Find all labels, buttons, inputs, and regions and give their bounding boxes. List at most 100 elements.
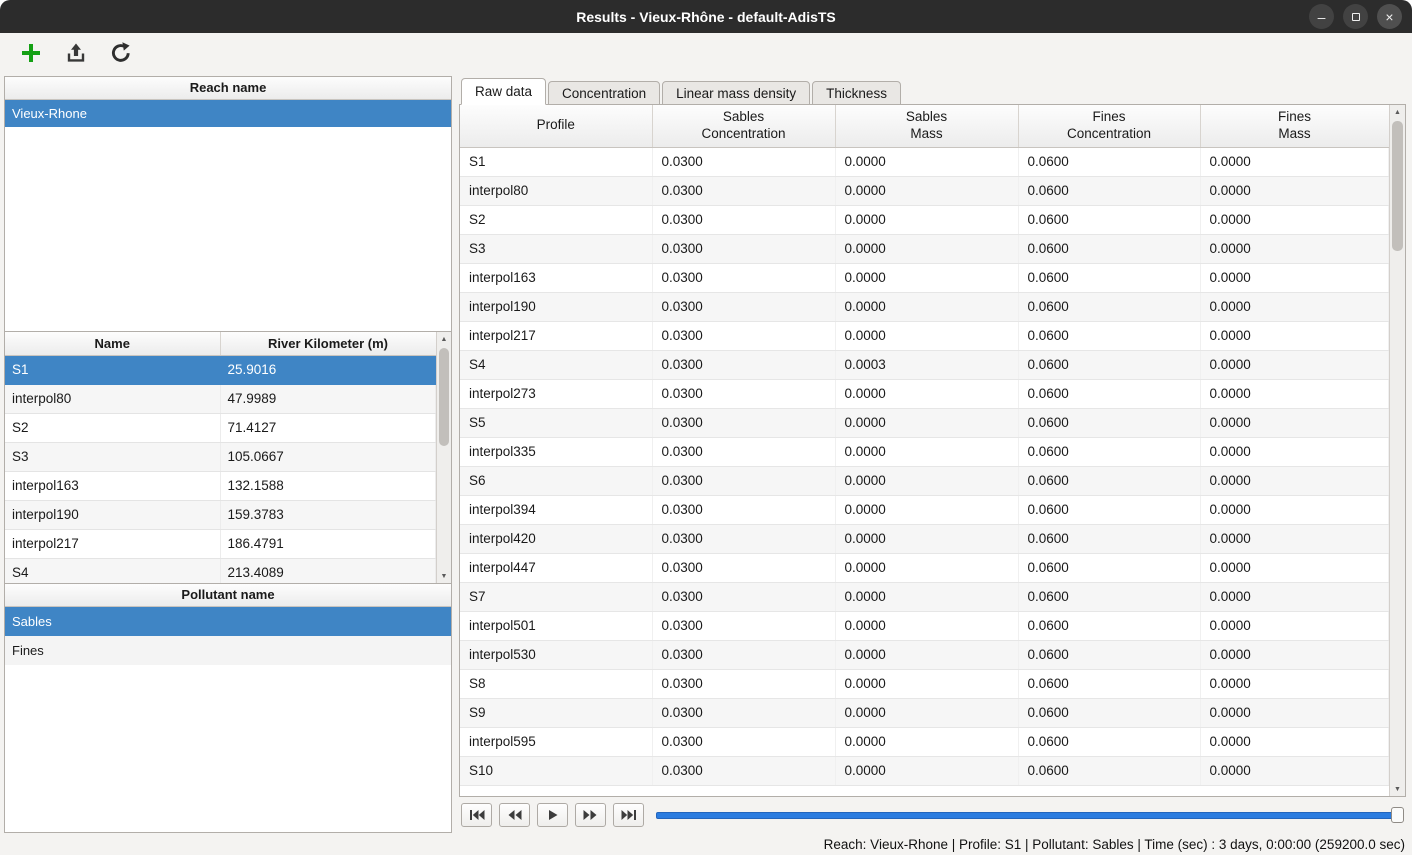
table-row[interactable]: interpol163 0.0300 0.0000 0.0600 0.0000: [460, 263, 1389, 292]
add-button[interactable]: [17, 39, 45, 70]
profile-row[interactable]: S4 213.4089: [5, 558, 436, 584]
fines-concentration-cell: 0.0600: [1018, 379, 1200, 408]
table-row[interactable]: S5 0.0300 0.0000 0.0600 0.0000: [460, 408, 1389, 437]
raw-data-column-header[interactable]: Fines Mass: [1200, 105, 1389, 147]
fines-concentration-cell: 0.0600: [1018, 466, 1200, 495]
profiles-column-header[interactable]: River Kilometer (m): [220, 332, 436, 355]
table-row[interactable]: S9 0.0300 0.0000 0.0600 0.0000: [460, 698, 1389, 727]
fast-forward-button[interactable]: [575, 803, 606, 827]
table-row[interactable]: interpol595 0.0300 0.0000 0.0600 0.0000: [460, 727, 1389, 756]
fines-concentration-cell: 0.0600: [1018, 640, 1200, 669]
table-row[interactable]: S8 0.0300 0.0000 0.0600 0.0000: [460, 669, 1389, 698]
raw-data-table-body: S1 0.0300 0.0000 0.0600 0.0000 interpol8…: [460, 147, 1389, 785]
fines-concentration-cell: 0.0600: [1018, 147, 1200, 176]
result-tab[interactable]: Concentration: [548, 81, 660, 105]
result-tab[interactable]: Thickness: [812, 81, 901, 105]
scroll-up-icon[interactable]: ▲: [437, 332, 451, 346]
profiles-scrollbar[interactable]: ▲ ▼: [436, 332, 451, 583]
raw-data-column-header[interactable]: Sables Concentration: [652, 105, 835, 147]
titlebar[interactable]: Results - Vieux-Rhône - default-AdisTS –…: [0, 0, 1412, 33]
table-row[interactable]: S2 0.0300 0.0000 0.0600 0.0000: [460, 205, 1389, 234]
profile-row[interactable]: interpol163 132.1588: [5, 471, 436, 500]
sables-mass-cell: 0.0000: [835, 640, 1018, 669]
play-icon: [546, 809, 559, 821]
profile-name-cell: interpol163: [5, 471, 220, 500]
profile-cell: S3: [460, 234, 652, 263]
sables-concentration-cell: 0.0300: [652, 524, 835, 553]
scroll-down-icon[interactable]: ▼: [1390, 782, 1405, 796]
rewind-button[interactable]: [499, 803, 530, 827]
fines-concentration-cell: 0.0600: [1018, 234, 1200, 263]
play-button[interactable]: [537, 803, 568, 827]
raw-data-scrollbar[interactable]: ▲ ▼: [1389, 105, 1405, 796]
sables-mass-cell: 0.0000: [835, 205, 1018, 234]
results-panel: Raw data Concentration Linear mass densi…: [452, 76, 1412, 833]
table-row[interactable]: interpol447 0.0300 0.0000 0.0600 0.0000: [460, 553, 1389, 582]
table-row[interactable]: S6 0.0300 0.0000 0.0600 0.0000: [460, 466, 1389, 495]
raw-data-column-header[interactable]: Profile: [460, 105, 652, 147]
profiles-table: Name River Kilometer (m) S1 25.9016: [5, 332, 436, 584]
fines-mass-cell: 0.0000: [1200, 640, 1389, 669]
sables-concentration-cell: 0.0300: [652, 466, 835, 495]
profiles-column-header[interactable]: Name: [5, 332, 220, 355]
sables-concentration-cell: 0.0300: [652, 263, 835, 292]
scroll-down-icon[interactable]: ▼: [437, 569, 451, 583]
profile-row[interactable]: interpol80 47.9989: [5, 384, 436, 413]
result-tab[interactable]: Raw data: [461, 78, 546, 105]
sables-mass-cell: 0.0000: [835, 437, 1018, 466]
sables-mass-cell: 0.0000: [835, 495, 1018, 524]
sables-concentration-cell: 0.0300: [652, 408, 835, 437]
skip-forward-button[interactable]: [613, 803, 644, 827]
skip-backward-button[interactable]: [461, 803, 492, 827]
profile-cell: interpol420: [460, 524, 652, 553]
fines-mass-cell: 0.0000: [1200, 466, 1389, 495]
sables-mass-cell: 0.0000: [835, 553, 1018, 582]
table-row[interactable]: interpol530 0.0300 0.0000 0.0600 0.0000: [460, 640, 1389, 669]
export-button[interactable]: [62, 39, 90, 70]
profile-name-cell: S1: [5, 355, 220, 384]
scroll-up-icon[interactable]: ▲: [1390, 105, 1405, 119]
table-row[interactable]: interpol420 0.0300 0.0000 0.0600 0.0000: [460, 524, 1389, 553]
scrollbar-thumb[interactable]: [439, 348, 449, 446]
close-button[interactable]: ×: [1377, 4, 1402, 29]
profile-row[interactable]: interpol217 186.4791: [5, 529, 436, 558]
table-row[interactable]: S10 0.0300 0.0000 0.0600 0.0000: [460, 756, 1389, 785]
table-row[interactable]: interpol273 0.0300 0.0000 0.0600 0.0000: [460, 379, 1389, 408]
raw-data-column-header[interactable]: Fines Concentration: [1018, 105, 1200, 147]
table-row[interactable]: interpol335 0.0300 0.0000 0.0600 0.0000: [460, 437, 1389, 466]
minimize-button[interactable]: –: [1309, 4, 1334, 29]
skip-backward-icon: [469, 809, 485, 821]
profile-row[interactable]: S3 105.0667: [5, 442, 436, 471]
time-slider-handle[interactable]: [1391, 807, 1404, 823]
table-row[interactable]: interpol80 0.0300 0.0000 0.0600 0.0000: [460, 176, 1389, 205]
pollutant-list-item[interactable]: Fines: [5, 636, 451, 665]
table-row[interactable]: S4 0.0300 0.0003 0.0600 0.0000: [460, 350, 1389, 379]
pollutant-list-item[interactable]: Sables: [5, 607, 451, 636]
table-row[interactable]: interpol190 0.0300 0.0000 0.0600 0.0000: [460, 292, 1389, 321]
sables-concentration-cell: 0.0300: [652, 234, 835, 263]
table-row[interactable]: interpol394 0.0300 0.0000 0.0600 0.0000: [460, 495, 1389, 524]
profile-km-cell: 47.9989: [220, 384, 436, 413]
result-tab[interactable]: Linear mass density: [662, 81, 810, 105]
time-slider[interactable]: [656, 806, 1404, 824]
table-row[interactable]: S7 0.0300 0.0000 0.0600 0.0000: [460, 582, 1389, 611]
fines-mass-cell: 0.0000: [1200, 321, 1389, 350]
refresh-button[interactable]: [107, 39, 135, 70]
profile-row[interactable]: S2 71.4127: [5, 413, 436, 442]
profile-row[interactable]: S1 25.9016: [5, 355, 436, 384]
fines-mass-cell: 0.0000: [1200, 205, 1389, 234]
fines-concentration-cell: 0.0600: [1018, 727, 1200, 756]
table-row[interactable]: interpol501 0.0300 0.0000 0.0600 0.0000: [460, 611, 1389, 640]
scrollbar-thumb[interactable]: [1392, 121, 1403, 251]
reach-list-item[interactable]: Vieux-Rhone: [5, 100, 451, 127]
table-row[interactable]: S3 0.0300 0.0000 0.0600 0.0000: [460, 234, 1389, 263]
profile-km-cell: 105.0667: [220, 442, 436, 471]
time-slider-track[interactable]: [656, 812, 1404, 819]
reach-list-header: Reach name: [5, 77, 451, 100]
profile-name-cell: interpol217: [5, 529, 220, 558]
raw-data-column-header[interactable]: Sables Mass: [835, 105, 1018, 147]
maximize-button[interactable]: [1343, 4, 1368, 29]
table-row[interactable]: S1 0.0300 0.0000 0.0600 0.0000: [460, 147, 1389, 176]
table-row[interactable]: interpol217 0.0300 0.0000 0.0600 0.0000: [460, 321, 1389, 350]
profile-row[interactable]: interpol190 159.3783: [5, 500, 436, 529]
